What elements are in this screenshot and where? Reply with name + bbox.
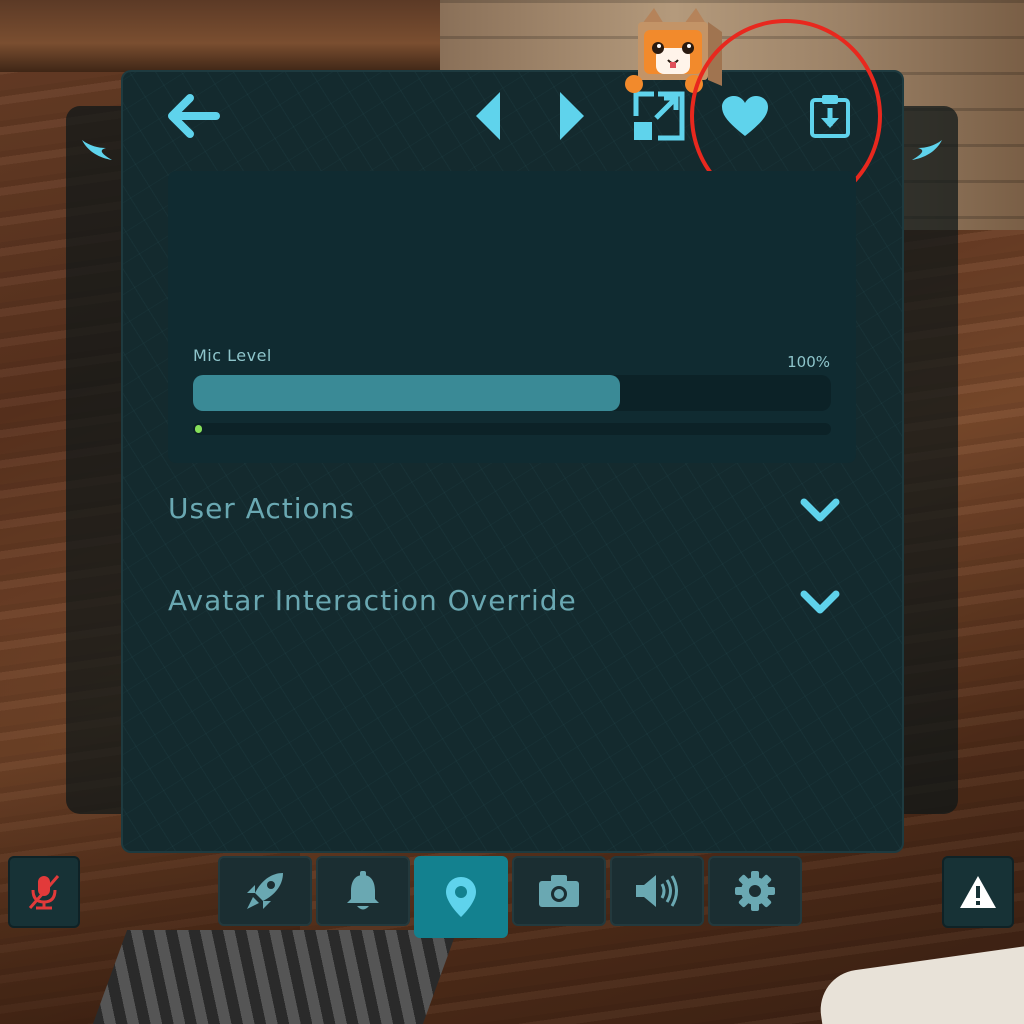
location-pin-icon [446, 877, 476, 917]
speaker-icon [636, 875, 678, 907]
mic-input-meter-fill [195, 425, 202, 433]
warning-icon [960, 876, 996, 908]
mic-level-slider-fill [193, 375, 621, 411]
triangle-right-icon [560, 92, 584, 140]
tab-settings[interactable] [708, 856, 802, 926]
tab-launch[interactable] [218, 856, 312, 926]
tab-audio[interactable] [610, 856, 704, 926]
previous-button[interactable] [472, 90, 504, 142]
mic-level-value: 100% [787, 353, 830, 371]
background-cloth [815, 945, 1024, 1024]
tab-camera[interactable] [512, 856, 606, 926]
chevron-down-icon [800, 590, 840, 614]
wing-icon [912, 140, 942, 160]
background-rug [92, 930, 458, 1024]
gear-icon [735, 871, 775, 911]
wing-icon [82, 140, 112, 160]
bell-icon [347, 871, 379, 910]
camera-icon [539, 875, 579, 907]
section-user-actions-label: User Actions [168, 492, 355, 525]
section-avatar-interaction-override-label: Avatar Interaction Override [168, 584, 577, 617]
back-button[interactable] [166, 94, 220, 138]
tab-location[interactable] [414, 856, 508, 938]
safety-warning-button[interactable] [942, 856, 1014, 928]
chevron-down-icon [800, 498, 840, 522]
mic-input-meter [193, 423, 831, 435]
mic-level-slider[interactable] [193, 375, 831, 411]
mic-level-label: Mic Level [193, 346, 272, 365]
next-button[interactable] [556, 90, 588, 142]
section-avatar-interaction-override[interactable]: Avatar Interaction Override [168, 576, 848, 626]
triangle-left-icon [476, 92, 500, 140]
mic-mute-button[interactable] [8, 856, 80, 928]
rocket-icon [247, 873, 283, 909]
mic-muted-icon [28, 875, 60, 910]
tab-notifications[interactable] [316, 856, 410, 926]
section-user-actions[interactable]: User Actions [168, 484, 848, 534]
arrow-left-icon [168, 94, 220, 138]
mic-level-card [168, 171, 856, 463]
